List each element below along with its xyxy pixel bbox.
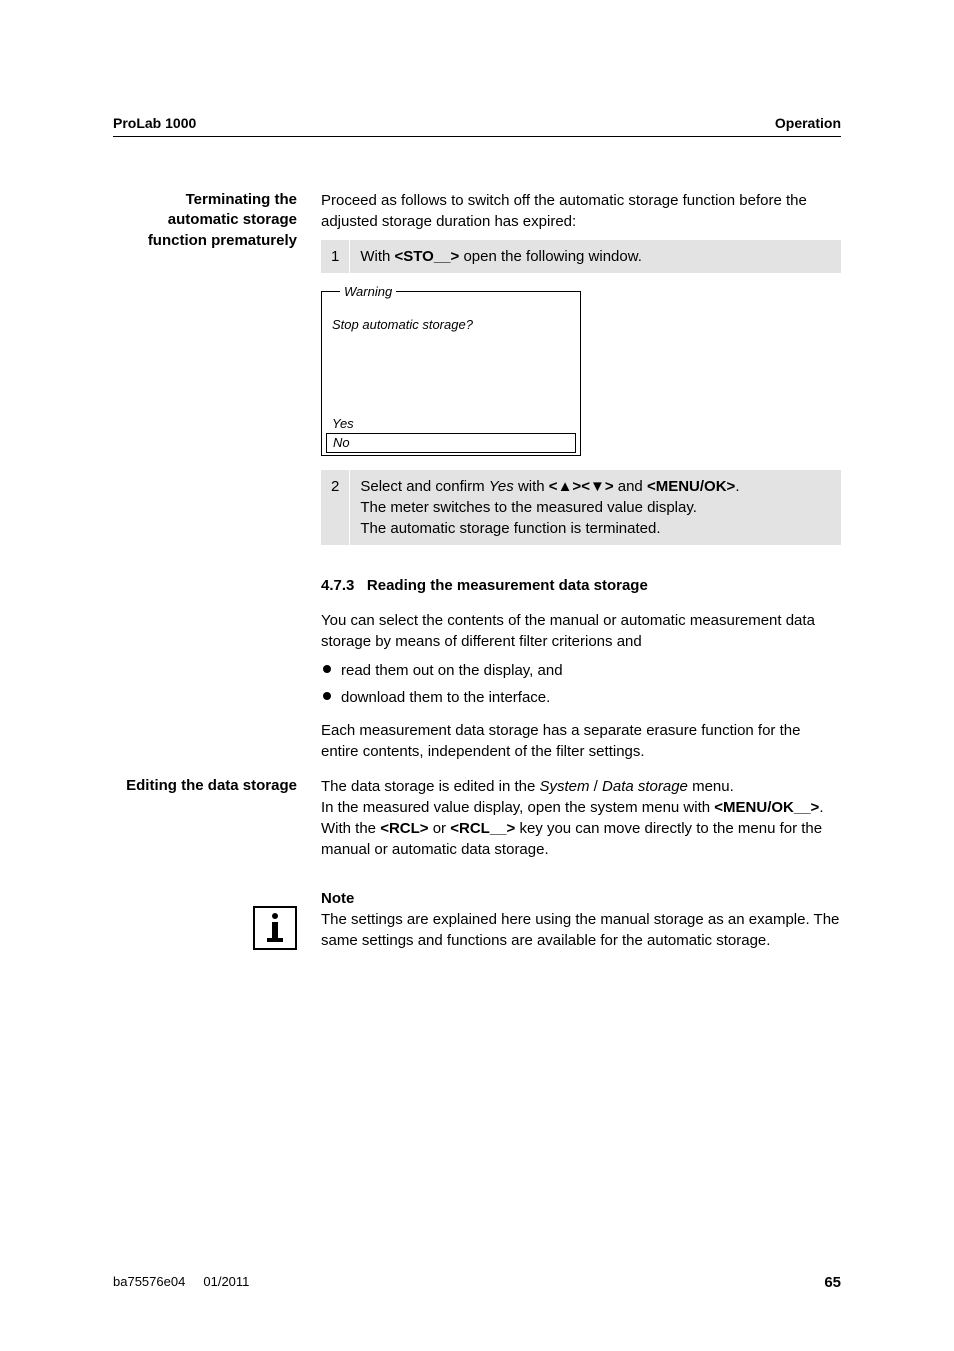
device-dialog: Warning Stop automatic storage? Yes No — [321, 291, 581, 456]
s2-k3: <MENU/OK> — [647, 478, 735, 495]
device-no: No — [326, 433, 576, 453]
header-right: Operation — [775, 115, 841, 131]
triangle-up-icon — [558, 478, 573, 495]
bullet-1: read them out on the display, and — [321, 660, 841, 681]
note-icon-col — [113, 888, 321, 955]
step-1-num: 1 — [321, 240, 350, 273]
step-1-text: With <STO__> open the following window. — [350, 240, 841, 273]
info-icon-dot — [272, 913, 278, 919]
s2-k1a: < — [549, 478, 558, 495]
info-icon-foot — [267, 938, 283, 942]
s2-line2: The meter switches to the measured value… — [360, 499, 697, 516]
sec2-p1: You can select the contents of the manua… — [321, 610, 841, 652]
bodycol-terminating: Proceed as follows to switch off the aut… — [321, 190, 841, 762]
s3-d: or — [429, 820, 451, 837]
header-left: ProLab 1000 — [113, 115, 196, 131]
section-4-7-3-head: 4.7.3 Reading the measurement data stora… — [321, 575, 841, 596]
footer-left: ba75576e04 01/2011 — [113, 1274, 249, 1291]
section-editing: Editing the data storage The data storag… — [113, 776, 841, 860]
s2-k2b: > — [605, 478, 614, 495]
step1-key: <STO__> — [395, 248, 460, 265]
s2-k2a: < — [581, 478, 590, 495]
s2-and: and — [614, 478, 647, 495]
s2-k1b: > — [572, 478, 581, 495]
step1-b: open the following window. — [459, 248, 642, 265]
device-frame: Warning Stop automatic storage? Yes No — [321, 291, 581, 456]
header-rule — [113, 136, 841, 137]
s3-k1: <MENU/OK__> — [714, 799, 819, 816]
sidehead-terminating: Terminating the automatic storage functi… — [113, 190, 321, 762]
content: Terminating the automatic storage functi… — [113, 190, 841, 955]
s2-yes: Yes — [489, 478, 514, 495]
s3-a: The data storage is edited in the — [321, 778, 539, 795]
step-2-row: 2 Select and confirm Yes with <><> and <… — [321, 470, 841, 545]
step-1-row: 1 With <STO__> open the following window… — [321, 240, 841, 273]
note-head: Note — [321, 888, 841, 909]
sec2-p2: Each measurement data storage has a sepa… — [321, 720, 841, 762]
s3-k2: <RCL> — [380, 820, 428, 837]
s3-i2: Data storage — [602, 778, 688, 795]
note-body: Note The settings are explained here usi… — [321, 888, 841, 955]
device-title: Warning — [340, 283, 396, 301]
s3-slash: / — [590, 778, 603, 795]
footer-date: 01/2011 — [203, 1274, 249, 1289]
bullet-2: download them to the interface. — [321, 687, 841, 708]
sec-title: Reading the measurement data storage — [367, 577, 648, 594]
intro-text: Proceed as follows to switch off the aut… — [321, 190, 841, 232]
step-2-table: 2 Select and confirm Yes with <><> and <… — [321, 470, 841, 545]
section-terminating: Terminating the automatic storage functi… — [113, 190, 841, 762]
note-block: Note The settings are explained here usi… — [113, 888, 841, 955]
s2-a: Select and confirm — [360, 478, 488, 495]
footer-doc: ba75576e04 — [113, 1274, 185, 1289]
step-2-text: Select and confirm Yes with <><> and <ME… — [350, 470, 841, 545]
step-1-table: 1 With <STO__> open the following window… — [321, 240, 841, 273]
triangle-down-icon — [590, 478, 605, 495]
sec2-bullets: read them out on the display, and downlo… — [321, 660, 841, 708]
device-yes: Yes — [332, 415, 354, 433]
page-number: 65 — [824, 1274, 841, 1291]
page-footer: ba75576e04 01/2011 65 — [113, 1274, 841, 1291]
bodycol-editing: The data storage is edited in the System… — [321, 776, 841, 860]
sidehead-editing: Editing the data storage — [113, 776, 321, 860]
info-icon — [253, 906, 297, 950]
s2-b: with — [514, 478, 549, 495]
page-header: ProLab 1000 Operation — [113, 115, 841, 131]
note-text: The settings are explained here using th… — [321, 909, 841, 951]
sec-num: 4.7.3 — [321, 577, 354, 594]
device-msg: Stop automatic storage? — [332, 312, 570, 334]
step1-a: With — [360, 248, 394, 265]
s3-k3: <RCL__> — [450, 820, 515, 837]
s3-i1: System — [539, 778, 589, 795]
s2-line3: The automatic storage function is termin… — [360, 520, 660, 537]
step-2-num: 2 — [321, 470, 350, 545]
